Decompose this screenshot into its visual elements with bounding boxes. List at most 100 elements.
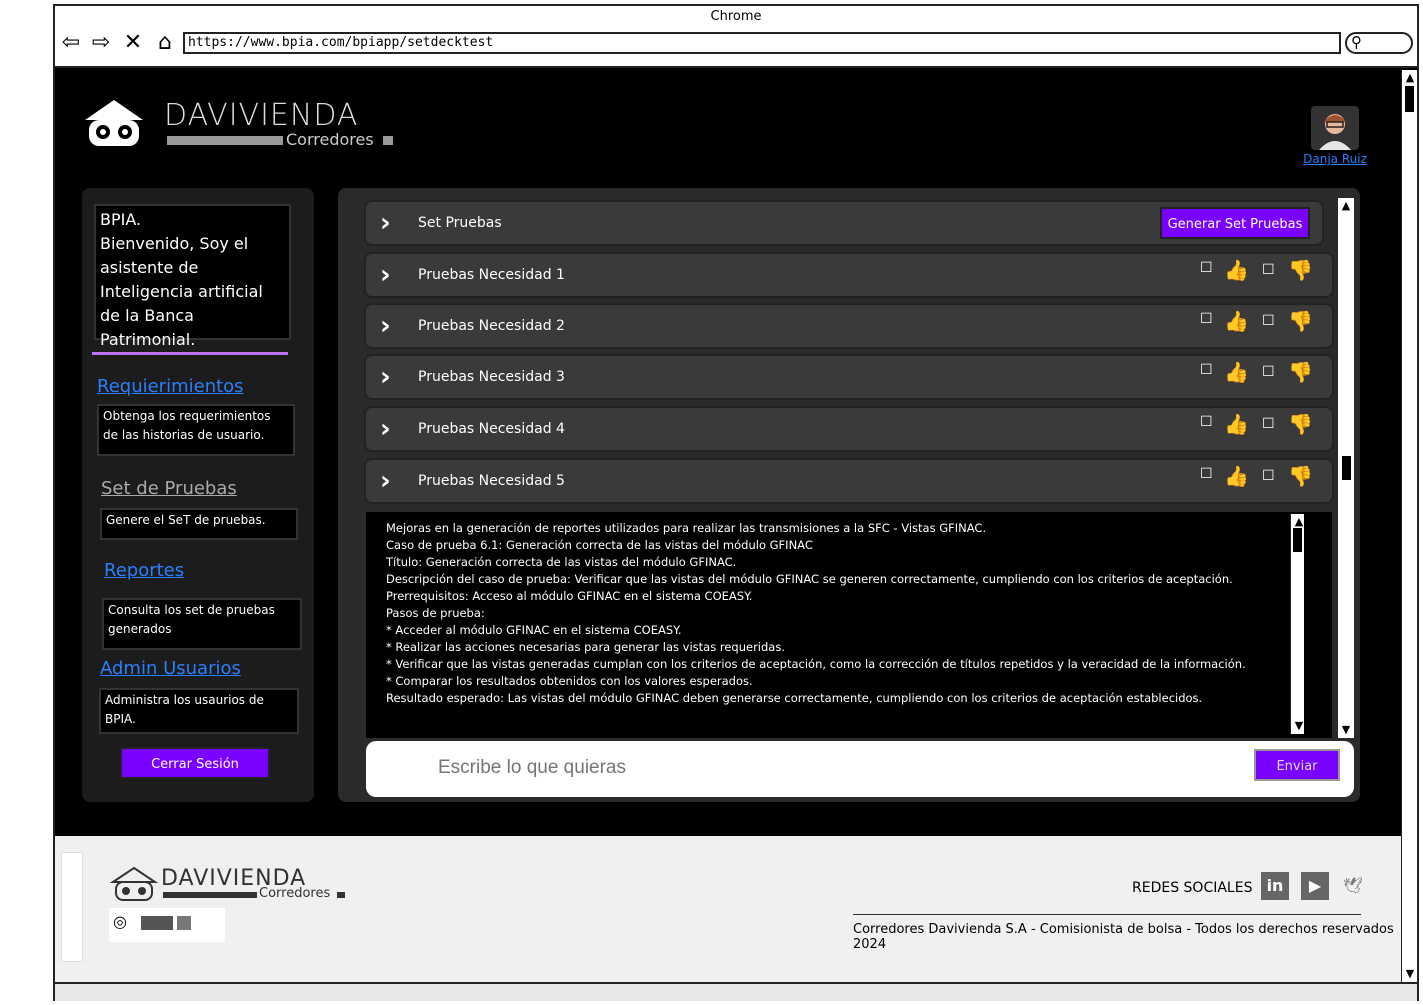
user-name-link[interactable]: Danja Ruiz [1295, 152, 1375, 166]
checkbox-like[interactable]: ☐ [1200, 362, 1213, 378]
sidebar-item-set-de-pruebas[interactable]: Set de Pruebas [101, 478, 237, 499]
send-button[interactable]: Enviar [1254, 749, 1340, 781]
thumbs-up-icon[interactable]: 👍 [1224, 309, 1249, 333]
twitter-icon[interactable]: 🕊 [1339, 872, 1367, 900]
accordion-necesidad-2[interactable]: › Pruebas Necesidad 2 ☐ 👍 ☐ 👎 [364, 303, 1334, 349]
certified-icon: ◎ [113, 912, 127, 931]
checkbox-dislike[interactable]: ☐ [1262, 416, 1275, 432]
sidebar: BPIA. Bienvenido, Soy el asistente de In… [82, 188, 314, 802]
thumbs-down-icon[interactable]: 👎 [1288, 464, 1313, 488]
checkbox-dislike[interactable]: ☐ [1262, 313, 1275, 329]
house-logo-icon [85, 100, 143, 146]
feedback-group: ☐ 👍 ☐ 👎 [1200, 464, 1330, 500]
thumbs-down-icon[interactable]: 👎 [1288, 412, 1313, 436]
status-bar [55, 982, 1417, 1001]
accordion-label: Pruebas Necesidad 2 [418, 318, 565, 334]
scroll-up-icon[interactable]: ▲ [1402, 72, 1418, 83]
set-title: Set Pruebas [418, 215, 502, 231]
page-scrollbar[interactable]: ▲ ▼ [1401, 70, 1417, 982]
url-bar[interactable]: https://www.bpia.com/bpiapp/setdecktest [183, 32, 1341, 54]
youtube-icon[interactable]: ▶ [1301, 872, 1329, 900]
linkedin-icon[interactable]: in [1261, 872, 1289, 900]
forward-icon[interactable]: ⇨ [87, 30, 115, 56]
checkbox-dislike[interactable]: ☐ [1262, 364, 1275, 380]
checkbox-like[interactable]: ☐ [1200, 260, 1213, 276]
thumbs-down-icon[interactable]: 👎 [1288, 258, 1313, 282]
window-title: Chrome [710, 9, 762, 24]
house-logo-icon [109, 866, 159, 901]
divider [92, 352, 288, 355]
chevron-right-icon: › [380, 362, 391, 392]
logout-button[interactable]: Cerrar Sesión [120, 747, 270, 779]
logo[interactable]: DAVIVIENDA Corredores [79, 96, 393, 156]
search-icon: ⚲ [1351, 33, 1362, 51]
accordion-label: Pruebas Necesidad 1 [418, 267, 565, 283]
chat-input[interactable] [436, 751, 1140, 785]
accordion-set-pruebas[interactable]: › Set Pruebas Generar Set Pruebas [364, 200, 1324, 246]
sidebar-item-requerimientos[interactable]: Requierimientos [97, 376, 244, 397]
thumbs-up-icon[interactable]: 👍 [1224, 412, 1249, 436]
side-stamp [61, 852, 83, 962]
accordion-necesidad-5[interactable]: › Pruebas Necesidad 5 ☐ 👍 ☐ 👎 [364, 458, 1334, 504]
thumbs-up-icon[interactable]: 👍 [1224, 258, 1249, 282]
chevron-right-icon: › [380, 414, 391, 444]
back-icon[interactable]: ⇦ [57, 30, 85, 56]
accordion-necesidad-3[interactable]: › Pruebas Necesidad 3 ☐ 👍 ☐ 👎 [364, 354, 1334, 400]
sidebar-desc-reportes: Consulta los set de pruebas generados [102, 598, 302, 650]
brand-square [337, 892, 345, 898]
accordion-label: Pruebas Necesidad 3 [418, 369, 565, 385]
chevron-right-icon: › [380, 260, 391, 290]
generate-set-button[interactable]: Generar Set Pruebas [1160, 207, 1310, 239]
test-case-output: Mejoras en la generación de reportes uti… [366, 512, 1332, 738]
thumbs-down-icon[interactable]: 👎 [1288, 360, 1313, 384]
main-panel: › Set Pruebas Generar Set Pruebas Mejora… [338, 188, 1360, 802]
output-line: * Comparar los resultados obtenidos con … [386, 674, 753, 688]
sidebar-item-admin-usuarios[interactable]: Admin Usuarios [100, 658, 241, 679]
output-line: * Acceder al módulo GFINAC en el sistema… [386, 623, 682, 637]
brand-bar [167, 136, 283, 145]
thumbs-up-icon[interactable]: 👍 [1224, 464, 1249, 488]
accordion-necesidad-4[interactable]: › Pruebas Necesidad 4 ☐ 👍 ☐ 👎 [364, 406, 1334, 452]
thumbs-up-icon[interactable]: 👍 [1224, 360, 1249, 384]
output-line: Prerrequisitos: Acceso al módulo GFINAC … [386, 589, 753, 603]
browser-window: Chrome ⇦ ⇨ ✕ ⌂ https://www.bpia.com/bpia… [53, 4, 1419, 1001]
checkbox-dislike[interactable]: ☐ [1262, 262, 1275, 278]
checkbox-like[interactable]: ☐ [1200, 311, 1213, 327]
close-icon[interactable]: ✕ [119, 30, 147, 56]
thumbs-down-icon[interactable]: 👎 [1288, 309, 1313, 333]
output-line: Mejoras en la generación de reportes uti… [386, 521, 987, 535]
checkbox-like[interactable]: ☐ [1200, 414, 1213, 430]
avatar[interactable] [1311, 106, 1359, 150]
output-line: * Realizar las acciones necesarias para … [386, 640, 785, 654]
feedback-group: ☐ 👍 ☐ 👎 [1200, 309, 1330, 345]
copyright-text: Corredores Davivienda S.A - Comisionista… [853, 922, 1394, 952]
scroll-thumb[interactable] [1405, 86, 1414, 112]
footer: DAVIVIENDA Corredores ◎ REDES SOCIALES i… [55, 836, 1401, 982]
output-line: Pasos de prueba: [386, 606, 485, 620]
scroll-thumb[interactable] [1293, 528, 1302, 552]
intro-text: BPIA. Bienvenido, Soy el asistente de In… [100, 210, 263, 349]
output-scrollbar[interactable]: ▲ ▼ [1290, 514, 1304, 734]
brand-bar [163, 892, 257, 898]
scroll-thumb[interactable] [1342, 456, 1351, 480]
scroll-down-icon[interactable]: ▼ [1291, 720, 1307, 731]
home-icon[interactable]: ⌂ [151, 30, 179, 56]
sidebar-item-reportes[interactable]: Reportes [104, 560, 184, 581]
scroll-up-icon[interactable]: ▲ [1338, 200, 1354, 211]
footer-logo[interactable]: DAVIVIENDA Corredores [103, 864, 353, 914]
sidebar-desc-requerimientos: Obtenga los requerimientos de las histor… [97, 404, 295, 456]
footer-divider [853, 914, 1361, 915]
scroll-up-icon[interactable]: ▲ [1291, 516, 1307, 527]
scroll-down-icon[interactable]: ▼ [1402, 968, 1418, 979]
output-line: Resultado esperado: Las vistas del módul… [386, 691, 1203, 705]
checkbox-like[interactable]: ☐ [1200, 466, 1213, 482]
browser-search[interactable]: ⚲ [1345, 32, 1413, 54]
output-line: Caso de prueba 6.1: Generación correcta … [386, 538, 813, 552]
main-scrollbar[interactable]: ▲ ▼ [1338, 198, 1354, 738]
accordion-necesidad-1[interactable]: › Pruebas Necesidad 1 ☐ 👍 ☐ 👎 [364, 252, 1334, 298]
brand-name: DAVIVIENDA [164, 98, 359, 133]
scroll-down-icon[interactable]: ▼ [1338, 724, 1354, 735]
checkbox-dislike[interactable]: ☐ [1262, 468, 1275, 484]
chevron-right-icon: › [380, 208, 391, 238]
browser-toolbar: Chrome ⇦ ⇨ ✕ ⌂ https://www.bpia.com/bpia… [55, 6, 1417, 68]
